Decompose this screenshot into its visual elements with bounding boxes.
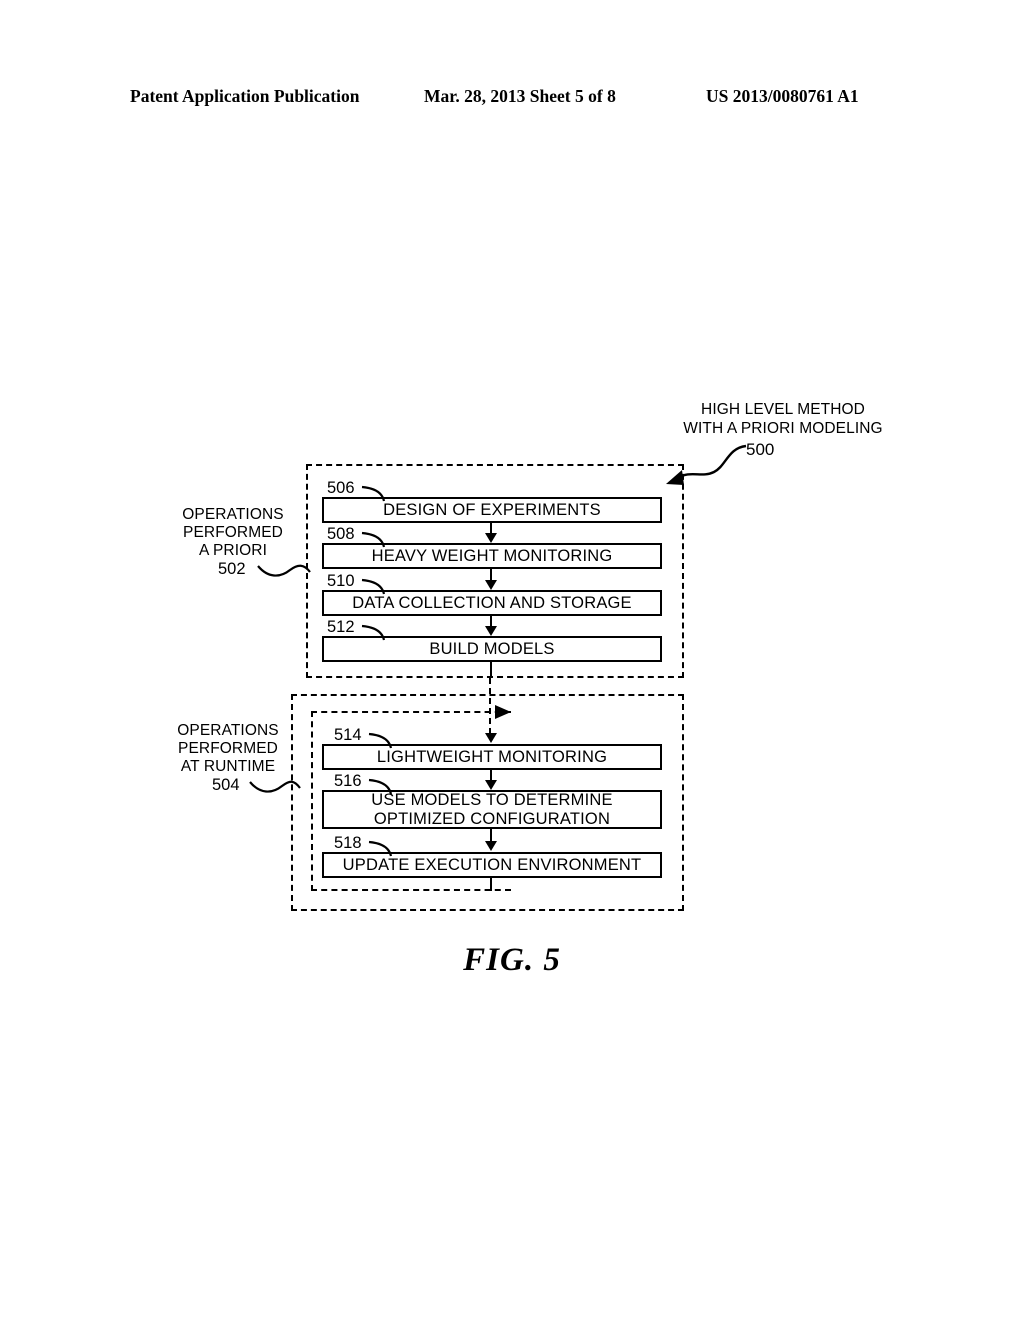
flow-arrowhead-512	[484, 626, 497, 636]
flow-arrowhead-518	[484, 841, 497, 851]
process-box-use-models-to-determine-optimized-configuration[interactable]: USE MODELS TO DETERMINE OPTIMIZED CONFIG…	[322, 790, 662, 829]
process-box-label: USE MODELS TO DETERMINE OPTIMIZED CONFIG…	[371, 790, 613, 828]
figure-title-callout: HIGH LEVEL METHOD WITH A PRIORI MODELING	[683, 401, 883, 437]
flow-connector-dashed-crossing	[489, 678, 491, 734]
reference-numeral-514: 514	[334, 726, 362, 744]
process-box-label: LIGHTWEIGHT MONITORING	[376, 747, 608, 766]
process-box-build-models[interactable]: BUILD MODELS	[322, 636, 662, 662]
process-box-update-execution-environment[interactable]: UPDATE EXECUTION ENVIRONMENT	[322, 852, 662, 878]
reference-numeral-516: 516	[334, 772, 362, 790]
process-box-label: DESIGN OF EXPERIMENTS	[383, 500, 601, 519]
group-label-runtime: OPERATIONS PERFORMED AT RUNTIME	[177, 722, 279, 775]
flow-arrowhead-514	[484, 733, 497, 743]
process-box-data-collection-and-storage[interactable]: DATA COLLECTION AND STORAGE	[322, 590, 662, 616]
reference-numeral-508: 508	[327, 525, 355, 543]
reference-numeral-512: 512	[327, 618, 355, 636]
reference-numeral-504: 504	[212, 776, 240, 794]
reference-numeral-510: 510	[327, 572, 355, 590]
reference-numeral-500: 500	[746, 440, 775, 459]
process-box-label: UPDATE EXECUTION ENVIRONMENT	[342, 855, 642, 874]
figure-caption: FIG. 5	[463, 942, 561, 978]
group-label-a-priori: OPERATIONS PERFORMED A PRIORI	[182, 506, 284, 559]
flow-arrowhead-508	[484, 533, 497, 543]
patent-figure: HIGH LEVEL METHOD WITH A PRIORI MODELING…	[0, 0, 1024, 1320]
process-box-label: BUILD MODELS	[429, 639, 555, 658]
flow-arrowhead-516	[484, 780, 497, 790]
reference-numeral-506: 506	[327, 479, 355, 497]
process-box-lightweight-monitoring[interactable]: LIGHTWEIGHT MONITORING	[322, 744, 662, 770]
process-box-label: DATA COLLECTION AND STORAGE	[352, 593, 632, 612]
process-box-heavy-weight-monitoring[interactable]: HEAVY WEIGHT MONITORING	[322, 543, 662, 569]
flow-connector-516-518	[490, 829, 493, 841]
reference-numeral-502: 502	[218, 560, 246, 578]
process-box-label: HEAVY WEIGHT MONITORING	[371, 546, 613, 565]
process-box-design-of-experiments[interactable]: DESIGN OF EXPERIMENTS	[322, 497, 662, 523]
flow-connector-512-out	[490, 662, 493, 678]
flow-arrowhead-510	[484, 580, 497, 590]
flow-connector-518-feedback	[490, 878, 493, 891]
reference-numeral-518: 518	[334, 834, 362, 852]
